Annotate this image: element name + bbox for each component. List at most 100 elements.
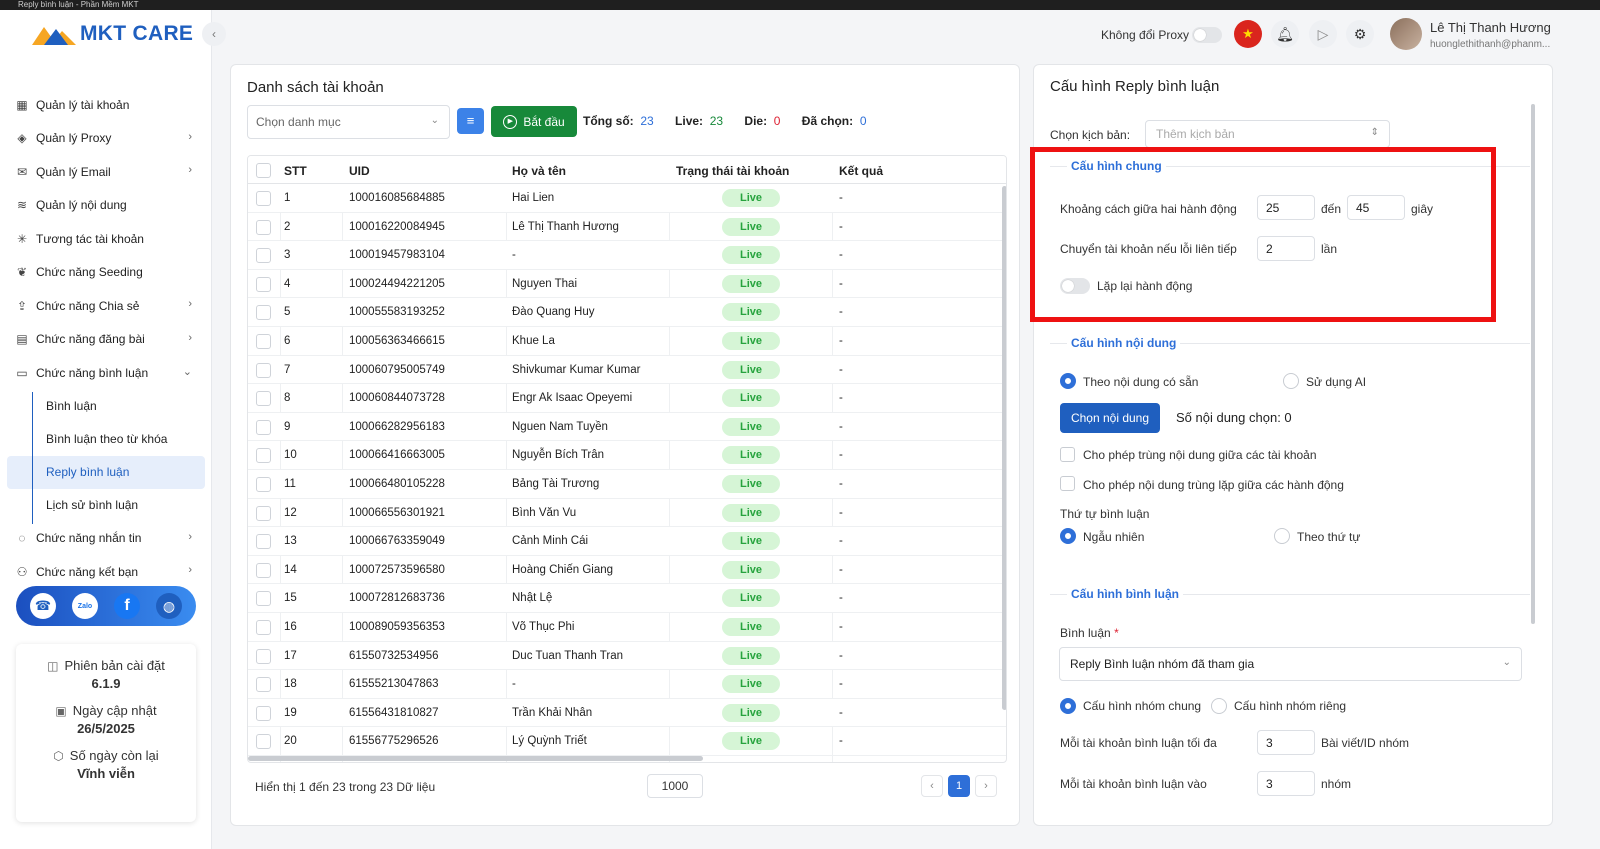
select-all-checkbox[interactable] bbox=[256, 163, 271, 178]
page-size-input[interactable]: 1000 bbox=[647, 774, 703, 798]
sidebar-item-email[interactable]: ✉ Quản lý Email › bbox=[0, 155, 212, 189]
row-checkbox[interactable] bbox=[256, 648, 271, 664]
dup-accounts-checkbox[interactable] bbox=[1060, 447, 1075, 462]
table-row[interactable]: 13 100066763359049 Cảnh Minh Cái Live - bbox=[248, 527, 1006, 556]
sidebar-item-seeding[interactable]: ❦ Chức năng Seeding bbox=[0, 256, 212, 290]
app-logo[interactable]: MKT CARE bbox=[32, 22, 193, 46]
row-checkbox[interactable] bbox=[256, 391, 271, 407]
table-row[interactable]: 12 100066556301921 Bình Văn Vu Live - bbox=[248, 499, 1006, 528]
row-checkbox[interactable] bbox=[256, 705, 271, 721]
table-row[interactable]: 20 61556775296526 Lý Quỳnh Triết Live - bbox=[248, 727, 1006, 756]
sidebar-item-interaction[interactable]: ✳ Tương tác tài khoản bbox=[0, 222, 212, 256]
row-checkbox[interactable] bbox=[256, 362, 271, 378]
table-row[interactable]: 19 61556431810827 Trần Khải Nhân Live - bbox=[248, 698, 1006, 728]
column-header-status[interactable]: Trạng thái tài khoản bbox=[676, 164, 789, 178]
cell-result: - bbox=[839, 706, 843, 719]
table-row[interactable]: 11 100066480105228 Bảng Tài Trương Live - bbox=[248, 469, 1006, 499]
avatar[interactable] bbox=[1390, 18, 1422, 50]
groups-input[interactable]: 3 bbox=[1257, 771, 1315, 796]
collapse-sidebar-button[interactable]: ‹ bbox=[202, 22, 226, 46]
play-circle-icon[interactable]: ▷ bbox=[1309, 20, 1337, 48]
column-header-uid[interactable]: UID bbox=[349, 164, 370, 178]
script-select[interactable]: Thêm kịch bản ⇕ bbox=[1145, 120, 1390, 148]
table-row[interactable]: 18 61555213047863 - Live - bbox=[248, 670, 1006, 699]
radio-random-order[interactable] bbox=[1060, 528, 1076, 544]
table-row[interactable]: 2 100016220084945 Lê Thị Thanh Hương Live - bbox=[248, 213, 1006, 242]
row-checkbox[interactable] bbox=[256, 476, 271, 492]
table-row[interactable]: 1 100016085684885 Hai Lien Live - bbox=[248, 184, 1006, 213]
table-row[interactable]: 3 100019457983104 - Live - bbox=[248, 241, 1006, 270]
vertical-scrollbar[interactable] bbox=[1002, 186, 1006, 710]
sidebar-item-friend[interactable]: ⚇ Chức năng kết bạn › bbox=[0, 555, 212, 589]
row-checkbox[interactable] bbox=[256, 591, 271, 607]
vietnam-flag-icon[interactable]: ★ bbox=[1234, 20, 1262, 48]
table-row[interactable]: 17 61550732534956 Duc Tuan Thanh Tran Live - bbox=[248, 641, 1006, 671]
table-row[interactable]: 14 100072573596580 Hoàng Chiến Giang Live - bbox=[248, 556, 1006, 585]
column-header-result[interactable]: Kết quả bbox=[839, 164, 883, 178]
cell-stt: 4 bbox=[284, 277, 291, 290]
table-row[interactable]: 5 100055583193252 Đào Quang Huy Live - bbox=[248, 298, 1006, 327]
page-1-button[interactable]: 1 bbox=[948, 775, 970, 797]
table-row[interactable]: 9 100066282956183 Nguen Nam Tuyền Live - bbox=[248, 412, 1006, 442]
globe-icon[interactable]: ◍ bbox=[156, 593, 182, 619]
choose-content-button[interactable]: Chọn nội dung bbox=[1060, 403, 1160, 433]
sidebar-item-share[interactable]: ⇪ Chức năng Chia sẻ › bbox=[0, 289, 212, 323]
row-checkbox[interactable] bbox=[256, 276, 271, 292]
category-select[interactable]: Chọn danh mục ⌄ bbox=[247, 105, 450, 139]
gear-icon[interactable]: ⚙ bbox=[1346, 20, 1374, 48]
horizontal-scrollbar[interactable] bbox=[248, 756, 703, 761]
cell-result: - bbox=[839, 506, 843, 519]
sidebar-item-message[interactable]: ◌ Chức năng nhắn tin › bbox=[0, 522, 212, 556]
row-checkbox[interactable] bbox=[256, 448, 271, 464]
table-row[interactable]: 10 100066416663005 Nguyễn Bích Trân Live - bbox=[248, 441, 1006, 470]
table-row[interactable]: 7 100060795005749 Shivkumar Kumar Kumar Liv… bbox=[248, 355, 1006, 385]
chevron-right-icon: › bbox=[188, 331, 192, 344]
row-checkbox[interactable] bbox=[256, 333, 271, 349]
highlight-annotation-box bbox=[1030, 147, 1496, 322]
radio-existing-content[interactable] bbox=[1060, 373, 1076, 389]
start-button[interactable]: ▶ Bắt đầu bbox=[491, 106, 577, 137]
config-scrollbar[interactable] bbox=[1531, 104, 1535, 624]
table-row[interactable]: 8 100060844073728 Engr Ak Isaac Opeyemi Liv… bbox=[248, 384, 1006, 413]
proxy-toggle[interactable] bbox=[1192, 27, 1222, 43]
table-row[interactable]: 6 100056363466615 Khue La Live - bbox=[248, 327, 1006, 356]
cell-name: - bbox=[512, 249, 516, 262]
row-checkbox[interactable] bbox=[256, 191, 271, 206]
row-checkbox[interactable] bbox=[256, 248, 271, 264]
bell-icon[interactable]: 🔔︎ bbox=[1271, 20, 1299, 48]
radio-use-ai[interactable] bbox=[1283, 373, 1299, 389]
row-checkbox[interactable] bbox=[256, 419, 271, 435]
table-row[interactable]: 16 100089059356353 Võ Thục Phi Live - bbox=[248, 613, 1006, 642]
row-checkbox[interactable] bbox=[256, 562, 271, 578]
radio-sequential-order[interactable] bbox=[1274, 528, 1290, 544]
row-checkbox[interactable] bbox=[256, 677, 271, 693]
comment-type-select[interactable]: Reply Bình luận nhóm đã tham gia ⌄ bbox=[1059, 647, 1522, 681]
row-checkbox[interactable] bbox=[256, 505, 271, 521]
radio-group-common[interactable] bbox=[1060, 698, 1076, 714]
cell-stt: 5 bbox=[284, 306, 291, 319]
sidebar-item-post[interactable]: ▤ Chức năng đăng bài › bbox=[0, 323, 212, 357]
zalo-icon[interactable]: Zalo bbox=[72, 593, 98, 619]
facebook-icon[interactable]: f bbox=[114, 593, 140, 619]
prev-page-button[interactable]: ‹ bbox=[921, 775, 943, 797]
sidebar-item-comment[interactable]: ▭ Chức năng bình luận ⌄ bbox=[0, 356, 212, 390]
sidebar-item-content[interactable]: ≋ Quản lý nội dung bbox=[0, 189, 212, 223]
row-checkbox[interactable] bbox=[256, 734, 271, 750]
support-icon[interactable]: ☎ bbox=[30, 593, 56, 619]
row-checkbox[interactable] bbox=[256, 219, 271, 235]
radio-group-private[interactable] bbox=[1211, 698, 1227, 714]
row-checkbox[interactable] bbox=[256, 619, 271, 635]
column-header-name[interactable]: Họ và tên bbox=[512, 164, 566, 178]
row-checkbox[interactable] bbox=[256, 305, 271, 321]
max-comments-input[interactable]: 3 bbox=[1257, 730, 1315, 755]
filter-button[interactable]: ≡ bbox=[457, 108, 484, 134]
next-page-button[interactable]: › bbox=[975, 775, 997, 797]
row-checkbox[interactable] bbox=[256, 534, 271, 550]
sidebar-item-account[interactable]: ▦ Quản lý tài khoản bbox=[0, 88, 212, 122]
sidebar-item-proxy[interactable]: ◈ Quản lý Proxy › bbox=[0, 122, 212, 156]
table-row[interactable]: 15 100072812683736 Nhật Lệ Live - bbox=[248, 584, 1006, 613]
dup-actions-checkbox[interactable] bbox=[1060, 476, 1075, 491]
table-row[interactable]: 4 100024494221205 Nguyen Thai Live - bbox=[248, 270, 1006, 299]
column-header-stt[interactable]: STT bbox=[284, 164, 307, 178]
sidebar-subitem-reply-comment[interactable]: Reply bình luận bbox=[7, 455, 205, 489]
